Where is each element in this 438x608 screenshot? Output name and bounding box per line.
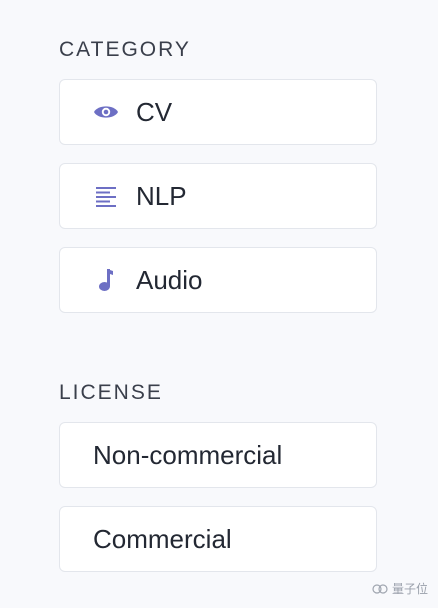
watermark-text: 量子位 (392, 582, 429, 596)
watermark-logo-icon (372, 582, 388, 596)
license-commercial-label: Commercial (93, 524, 232, 554)
watermark: 量子位 (372, 580, 428, 597)
music-note-icon (93, 267, 119, 293)
category-audio-label: Audio (136, 265, 203, 295)
category-heading: CATEGORY (59, 38, 191, 61)
license-non-commercial-label: Non-commercial (93, 440, 283, 470)
category-cv-label: CV (136, 97, 173, 127)
category-section: CATEGORY CV NLP Audio (59, 36, 377, 331)
category-audio-button[interactable]: Audio (59, 247, 377, 313)
license-section: LICENSE Non-commercial Commercial (59, 379, 377, 590)
category-nlp-label: NLP (136, 181, 187, 211)
license-commercial-button[interactable]: Commercial (59, 506, 377, 572)
category-cv-button[interactable]: CV (59, 79, 377, 145)
text-lines-icon (93, 183, 119, 209)
license-heading: LICENSE (59, 381, 163, 404)
license-non-commercial-button[interactable]: Non-commercial (59, 422, 377, 488)
category-nlp-button[interactable]: NLP (59, 163, 377, 229)
eye-icon (93, 99, 119, 125)
